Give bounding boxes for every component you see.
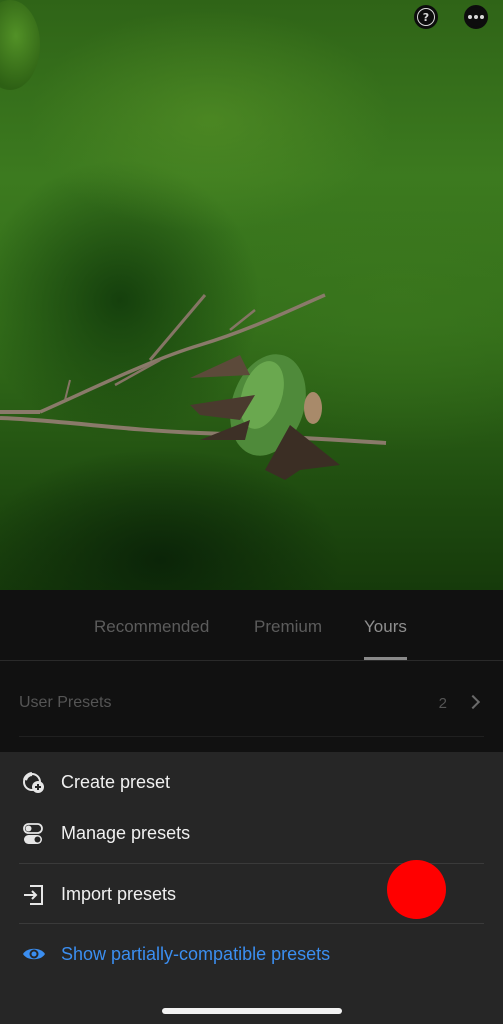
home-indicator[interactable] [162, 1008, 342, 1014]
import-icon [24, 885, 43, 905]
manage-presets-button[interactable]: Manage presets [19, 808, 484, 864]
user-presets-row[interactable]: User Presets 2 [19, 678, 484, 737]
presets-tabs: Recommended Premium Yours [0, 590, 503, 661]
create-preset-button[interactable]: Create preset [19, 757, 484, 809]
chevron-right-icon [465, 694, 481, 710]
user-presets-count: 2 [438, 695, 447, 712]
help-circle-icon[interactable]: ? [414, 5, 438, 29]
create-preset-label: Create preset [61, 772, 171, 792]
show-partially-compatible-button[interactable]: Show partially-compatible presets [19, 924, 484, 980]
tab-premium[interactable]: Premium [254, 617, 322, 657]
tap-indicator [387, 860, 446, 919]
eye-icon [23, 948, 45, 960]
hummingbird-image [0, 293, 387, 480]
import-presets-label: Import presets [61, 884, 177, 904]
user-presets-label: User Presets [19, 694, 112, 711]
tab-recommended[interactable]: Recommended [94, 617, 209, 657]
photo-preview: ? [0, 0, 503, 590]
tab-yours[interactable]: Yours [364, 617, 407, 660]
toggles-icon [23, 823, 43, 844]
manage-presets-label: Manage presets [61, 823, 191, 843]
presets-panel: Recommended Premium Yours User Presets 2 [0, 590, 503, 752]
more-options-icon[interactable] [464, 5, 488, 29]
create-preset-icon [23, 772, 44, 793]
show-partially-compatible-label: Show partially-compatible presets [61, 944, 331, 964]
